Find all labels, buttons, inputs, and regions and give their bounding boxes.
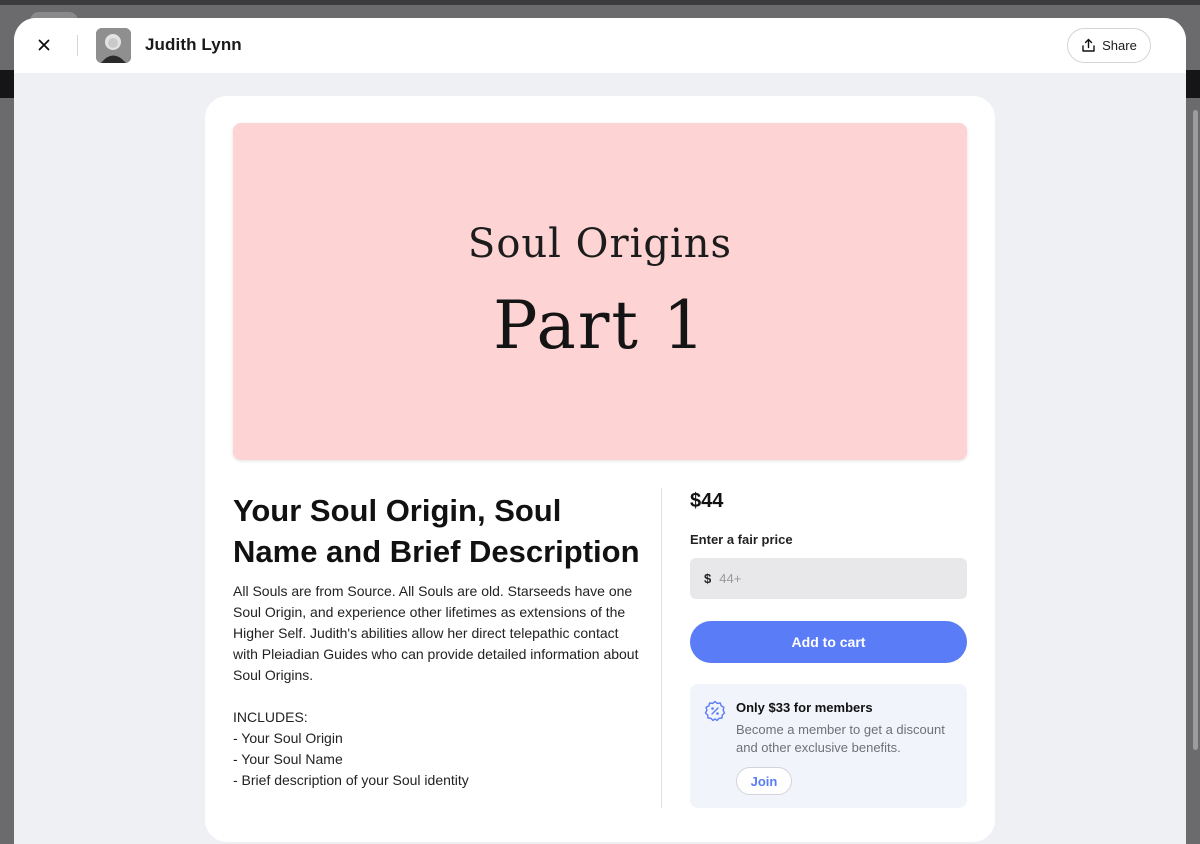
price-input-field[interactable]: $ [690,558,967,599]
product-price: $44 [690,490,724,512]
price-input[interactable] [719,571,940,586]
product-modal: Judith Lynn Share Soul Origins Part 1 Yo… [14,18,1186,844]
close-button[interactable] [32,33,56,57]
discount-badge-icon [704,700,726,722]
close-icon [38,39,50,51]
currency-symbol: $ [704,571,712,586]
product-card: Soul Origins Part 1 Your Soul Origin, So… [205,96,995,842]
avatar[interactable] [96,28,131,63]
fair-price-label: Enter a fair price [690,532,793,547]
hero-subtitle: Part 1 [493,287,707,364]
avatar-photo [96,28,131,63]
hero-title: Soul Origins [467,221,733,267]
background-top-bar [0,0,1200,5]
share-label: Share [1102,38,1137,53]
background-scrollbar[interactable] [1193,110,1198,750]
share-button[interactable]: Share [1067,28,1151,63]
membership-offer: Only $33 for members Become a member to … [690,684,967,808]
membership-text: Become a member to get a discount and ot… [736,722,945,755]
author-name[interactable]: Judith Lynn [145,35,242,55]
hero-image: Soul Origins Part 1 [233,123,967,460]
product-description: All Souls are from Source. All Souls are… [233,583,639,788]
membership-title: Only $33 for members [736,700,873,715]
share-icon [1082,38,1095,52]
modal-header: Judith Lynn Share [14,18,1186,73]
join-button[interactable]: Join [736,767,792,795]
column-divider [661,488,662,808]
add-to-cart-button[interactable]: Add to cart [690,621,967,663]
product-title: Your Soul Origin, Soul Name and Brief De… [233,493,640,569]
header-divider [77,35,78,56]
